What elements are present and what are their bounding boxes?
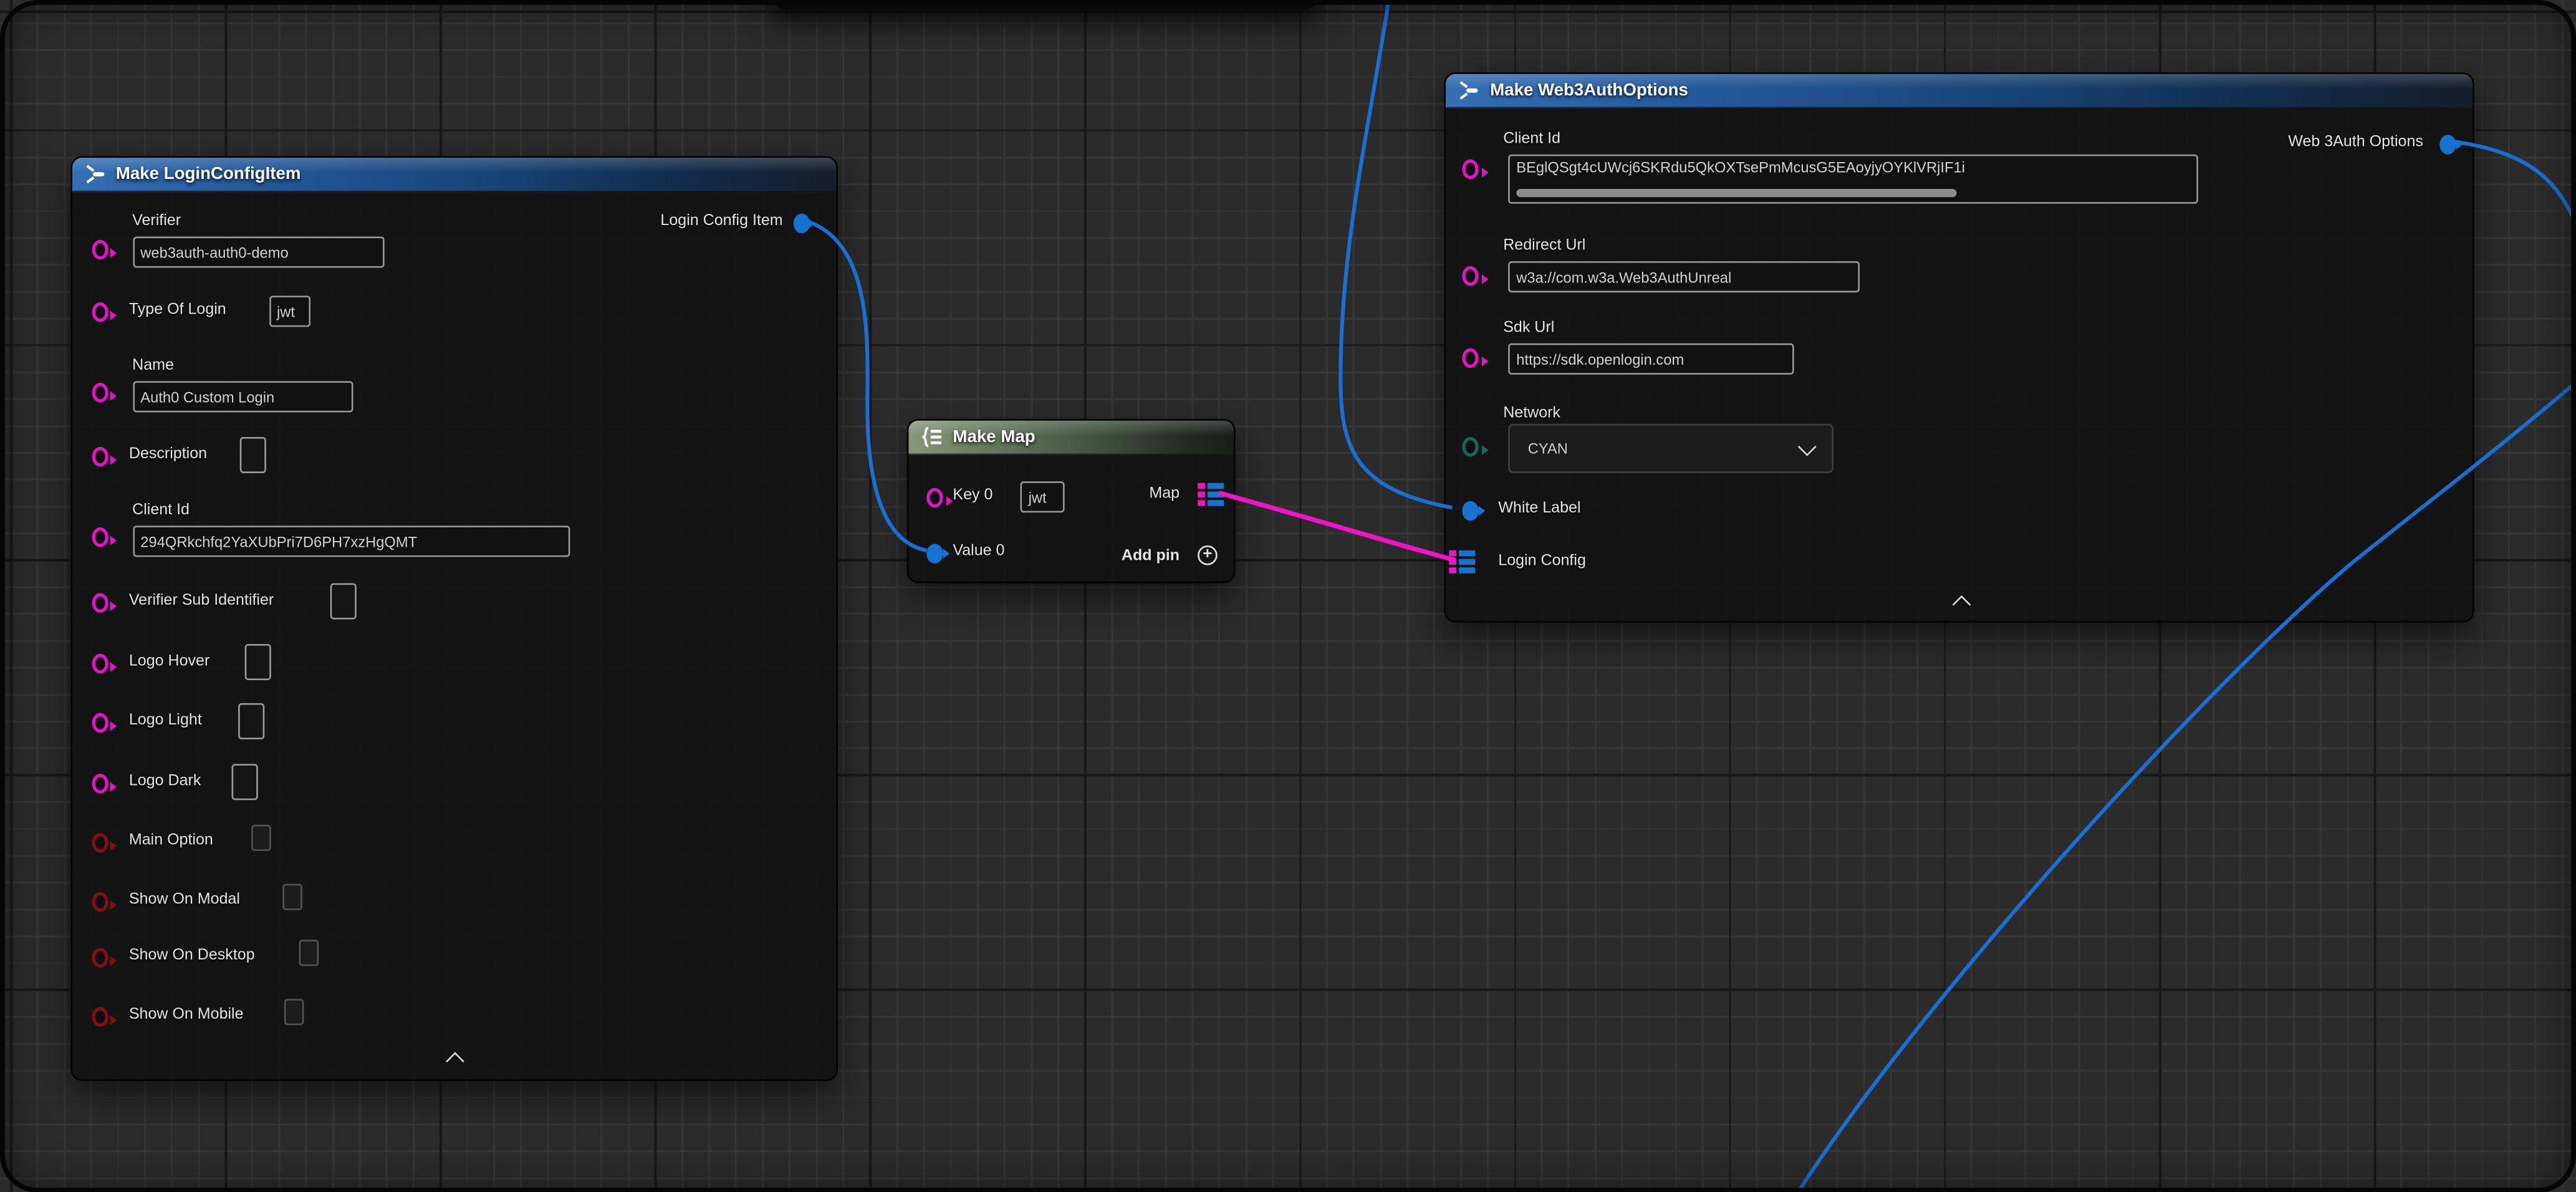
- network-pin[interactable]: [1462, 437, 1478, 457]
- chevron-up-icon: [445, 1052, 464, 1070]
- key-0-label: Key 0: [953, 486, 992, 504]
- network-selected-value: CYAN: [1528, 440, 1568, 456]
- horizontal-scrollbar[interactable]: [1516, 189, 1956, 197]
- chevron-up-icon: [1953, 595, 1971, 614]
- client-id-label: Client Id: [132, 501, 190, 519]
- sdk-url-pin[interactable]: [1462, 348, 1478, 368]
- offscreen-node-bottom-edge: [772, 0, 1318, 10]
- logo-light-pin[interactable]: [91, 713, 107, 733]
- show-on-desktop-checkbox[interactable]: [298, 940, 318, 966]
- logo-light-label: Logo Light: [129, 711, 202, 729]
- show-on-mobile-checkbox[interactable]: [284, 999, 304, 1025]
- key-0-input[interactable]: jwt: [1020, 481, 1064, 512]
- logo-dark-pin[interactable]: [91, 774, 107, 794]
- verifier-pin[interactable]: [91, 240, 107, 260]
- value-0-label: Value 0: [953, 542, 1004, 560]
- logo-hover-pin[interactable]: [91, 654, 107, 674]
- web3auth-options-output-label: Web 3Auth Options: [2288, 133, 2423, 151]
- node-header[interactable]: Make Web3AuthOptions: [1446, 74, 2473, 108]
- verifier-sub-identifier-pin[interactable]: [91, 593, 107, 613]
- node-title: Make Web3AuthOptions: [1490, 80, 1688, 100]
- collapse-node-button[interactable]: [445, 1055, 464, 1070]
- main-option-label: Main Option: [129, 831, 213, 849]
- show-on-modal-pin[interactable]: [91, 892, 107, 912]
- client-id-input[interactable]: BEglQSgt4cUWcj6SKRdu5QkOXTsePmMcusG5EAoy…: [1508, 155, 2198, 204]
- verifier-sub-identifier-input[interactable]: [329, 583, 355, 619]
- client-id-label: Client Id: [1503, 130, 1560, 148]
- make-struct-icon: [83, 163, 106, 186]
- node-make-loginconfigitem[interactable]: Make LoginConfigItem Verifier web3auth-a…: [70, 156, 837, 1081]
- client-id-value: BEglQSgt4cUWcj6SKRdu5QkOXTsePmMcusG5EAoy…: [1510, 156, 2197, 176]
- description-label: Description: [129, 445, 207, 463]
- show-on-desktop-label: Show On Desktop: [129, 946, 255, 964]
- add-pin-label: Add pin: [1122, 547, 1180, 565]
- make-map-icon: [920, 426, 943, 449]
- main-option-checkbox[interactable]: [251, 825, 271, 851]
- type-of-login-pin[interactable]: [91, 302, 107, 322]
- logo-light-input[interactable]: [238, 703, 264, 739]
- network-label: Network: [1503, 404, 1560, 422]
- show-on-desktop-pin[interactable]: [91, 948, 107, 968]
- node-title: Make Map: [953, 427, 1035, 447]
- logo-dark-input[interactable]: [231, 764, 257, 800]
- redirect-url-pin[interactable]: [1462, 266, 1478, 286]
- client-id-pin[interactable]: [1462, 160, 1478, 180]
- name-input[interactable]: Auth0 Custom Login: [132, 381, 352, 412]
- type-of-login-input[interactable]: jwt: [269, 296, 310, 327]
- verifier-sub-identifier-label: Verifier Sub Identifier: [129, 592, 274, 610]
- client-id-pin[interactable]: [91, 527, 107, 547]
- collapse-node-button[interactable]: [1952, 598, 1972, 613]
- blueprint-editor: Make LoginConfigItem Verifier web3auth-a…: [0, 0, 2576, 1192]
- description-input[interactable]: [239, 437, 265, 473]
- sdk-url-input[interactable]: https://sdk.openlogin.com: [1508, 344, 1794, 375]
- logo-hover-label: Logo Hover: [129, 652, 209, 670]
- show-on-modal-label: Show On Modal: [129, 890, 240, 908]
- network-dropdown[interactable]: CYAN: [1508, 424, 1833, 473]
- wire-offscreen-to-whitelabel[interactable]: [1340, 0, 1452, 507]
- web3auth-options-output-pin[interactable]: [2439, 135, 2456, 155]
- node-title: Make LoginConfigItem: [116, 165, 301, 185]
- main-option-pin[interactable]: [91, 833, 107, 853]
- show-on-mobile-label: Show On Mobile: [129, 1006, 244, 1024]
- redirect-url-label: Redirect Url: [1503, 236, 1585, 254]
- wire-map-to-loginconfig[interactable]: [1219, 493, 1455, 560]
- login-config-item-output-pin[interactable]: [792, 214, 809, 234]
- sdk-url-label: Sdk Url: [1503, 319, 1554, 337]
- make-struct-icon: [1457, 79, 1480, 102]
- description-pin[interactable]: [91, 447, 107, 467]
- login-config-label: Login Config: [1498, 552, 1586, 570]
- white-label-pin[interactable]: [1462, 501, 1478, 521]
- client-id-input[interactable]: 294QRkchfq2YaXUbPri7D6PH7xzHgQMT: [132, 526, 569, 557]
- plus-circle-icon[interactable]: +: [1198, 546, 1218, 565]
- node-header[interactable]: Make Map: [908, 421, 1234, 455]
- node-make-web3authoptions[interactable]: Make Web3AuthOptions Client Id BEglQSgt4…: [1444, 72, 2474, 623]
- white-label-label: White Label: [1498, 499, 1580, 517]
- node-make-map[interactable]: Make Map Key 0 jwt Map Value 0 Add pin +: [907, 419, 1236, 584]
- redirect-url-input[interactable]: w3a://com.w3a.Web3AuthUnreal: [1508, 261, 1860, 292]
- verifier-input[interactable]: web3auth-auth0-demo: [132, 236, 383, 267]
- logo-hover-input[interactable]: [244, 644, 270, 680]
- node-header[interactable]: Make LoginConfigItem: [72, 158, 835, 192]
- show-on-modal-checkbox[interactable]: [282, 884, 302, 910]
- logo-dark-label: Logo Dark: [129, 772, 201, 791]
- graph-canvas[interactable]: Make LoginConfigItem Verifier web3auth-a…: [0, 0, 2576, 1192]
- key-0-pin[interactable]: [926, 488, 943, 508]
- map-output-label: Map: [1149, 484, 1180, 502]
- chevron-down-icon: [1798, 437, 1817, 456]
- name-label: Name: [132, 357, 174, 375]
- verifier-label: Verifier: [132, 212, 181, 230]
- type-of-login-label: Type Of Login: [129, 300, 226, 319]
- map-grid-pin[interactable]: [1198, 481, 1224, 507]
- login-config-item-output-label: Login Config Item: [660, 212, 782, 230]
- name-pin[interactable]: [91, 383, 107, 403]
- show-on-mobile-pin[interactable]: [91, 1007, 107, 1027]
- value-0-pin[interactable]: [926, 544, 943, 564]
- login-config-map-pin[interactable]: [1449, 549, 1475, 575]
